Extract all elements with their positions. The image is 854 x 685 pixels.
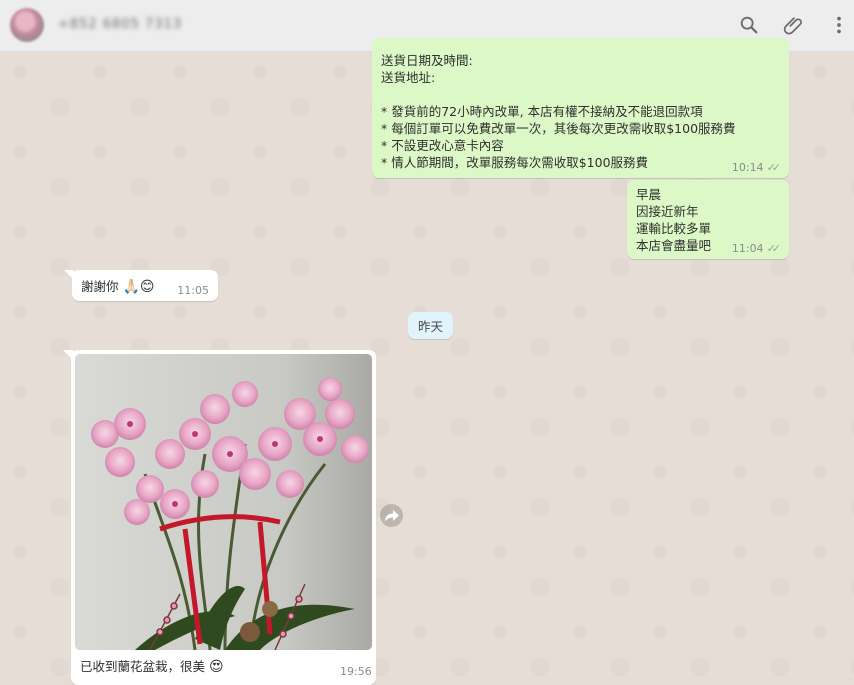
message-line: * 不設更改心意卡內容 bbox=[381, 138, 504, 153]
date-divider: 昨天 bbox=[408, 312, 453, 339]
message-meta: 11:04 ✓✓ bbox=[731, 242, 782, 255]
message-line: 送貨地址: bbox=[381, 70, 436, 85]
message-text: 謝謝你 bbox=[81, 279, 119, 294]
message-line: 送貨日期及時間: bbox=[381, 53, 473, 68]
search-icon[interactable] bbox=[738, 14, 760, 36]
message-line: * 情人節期間，改單服務每次需收取$100服務費 bbox=[381, 155, 649, 170]
double-check-icon: ✓✓ bbox=[766, 242, 782, 255]
orchid-image bbox=[75, 354, 372, 650]
message-morning[interactable]: 早晨 因接近新年 運輸比較多單 本店會盡量吧 11:04 ✓✓ bbox=[627, 180, 789, 259]
message-line: * 每個訂單可以免費改單一次，其後每次更改需收取$100服務費 bbox=[381, 121, 736, 136]
message-time: 10:14 bbox=[731, 161, 764, 174]
message-line bbox=[381, 86, 781, 103]
message-text: 送貨日期及時間: 送貨地址: * 發貨前的72小時內改單, 本店有權不接納及不能… bbox=[381, 52, 781, 171]
photo-caption-row: 已收到蘭花盆栽，很美 😍 bbox=[80, 656, 224, 675]
forward-icon[interactable] bbox=[380, 504, 403, 527]
double-check-icon: ✓✓ bbox=[766, 161, 782, 174]
message-emoji: 😍 bbox=[209, 659, 224, 675]
orchid-photo[interactable] bbox=[75, 354, 372, 650]
message-order-info[interactable]: 送貨日期及時間: 送貨地址: * 發貨前的72小時內改單, 本店有權不接納及不能… bbox=[372, 38, 789, 178]
message-time: 11:04 bbox=[731, 242, 764, 255]
avatar[interactable] bbox=[10, 8, 44, 42]
attach-icon[interactable] bbox=[783, 14, 805, 36]
contact-name[interactable]: +852 6805 7313 bbox=[58, 17, 182, 32]
message-line: 早晨 bbox=[636, 187, 662, 202]
message-meta: 10:14 ✓✓ bbox=[731, 161, 782, 174]
menu-icon[interactable] bbox=[828, 14, 848, 36]
message-line: * 發貨前的72小時內改單, 本店有權不接納及不能退回款項 bbox=[381, 104, 703, 119]
message-line: 運輸比較多單 bbox=[636, 221, 712, 236]
message-emoji: 🙏🏻😊 bbox=[122, 279, 155, 295]
message-time: 19:56 bbox=[340, 665, 372, 678]
message-meta: 11:05 bbox=[177, 284, 209, 297]
photo-caption: 已收到蘭花盆栽，很美 bbox=[80, 659, 206, 674]
message-time: 11:05 bbox=[177, 284, 209, 297]
bubble-tail bbox=[63, 350, 73, 360]
message-line: 因接近新年 bbox=[636, 204, 699, 219]
bubble-tail bbox=[64, 270, 74, 280]
message-thanks[interactable]: 謝謝你 🙏🏻😊 11:05 bbox=[64, 270, 218, 301]
